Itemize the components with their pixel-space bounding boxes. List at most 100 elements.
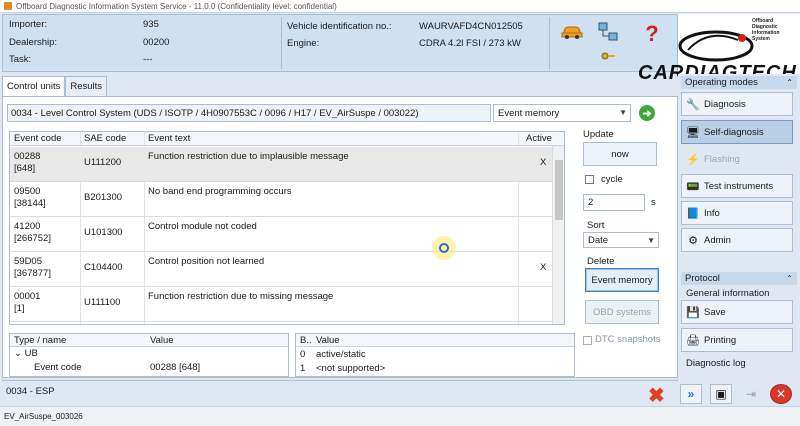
exit-button[interactable]: ⇥ (740, 384, 762, 404)
engine-value: CDRA 4.2l FSI / 273 kW (419, 38, 521, 49)
sidebar-bottom-bar: » ▣ ⇥ ✕ (680, 382, 800, 406)
sidebar-item-admin[interactable]: ⚙ Admin (681, 228, 793, 252)
detail-row-b: 1 (300, 363, 306, 374)
event-subcode: [1] (14, 303, 25, 314)
main-tabs: Control units Results (2, 76, 108, 96)
pointer-cursor-icon (432, 236, 456, 260)
cycle-checkbox[interactable] (585, 175, 594, 184)
importer-value: 935 (143, 19, 159, 30)
tree-col-type[interactable]: Type / name (14, 335, 66, 346)
update-label: Update (583, 129, 614, 140)
scrollbar-thumb[interactable] (555, 160, 563, 220)
column-header-sae-code[interactable]: SAE code (84, 133, 126, 144)
detail-col-value[interactable]: Value (316, 335, 340, 346)
chevron-down-icon: ▼ (647, 236, 655, 245)
window-title: Offboard Diagnostic Information System S… (16, 1, 337, 11)
column-header-active[interactable]: Active (526, 133, 552, 144)
view-select-value: Event memory (498, 107, 560, 119)
cycle-label: cycle (601, 174, 623, 185)
printer-icon: 🖨 (686, 334, 700, 347)
table-row[interactable]: 59D05 [367877] C104400 Control position … (10, 252, 552, 287)
printing-button[interactable]: 🖨 Printing (681, 328, 793, 352)
sidebar-item-diagnosis[interactable]: 🔧 Diagnosis (681, 92, 793, 116)
active-flag: X (540, 157, 547, 168)
detail-row-value: <not supported> (316, 363, 386, 374)
window-titlebar: Offboard Diagnostic Information System S… (0, 0, 800, 13)
vin-label: Vehicle identification no.: (287, 21, 392, 32)
sort-select[interactable]: Date ▼ (583, 232, 659, 248)
sidebar-item-self-diagnosis[interactable]: 🖥 Self-diagnosis (681, 120, 793, 144)
sae-code: U101300 (84, 227, 123, 238)
stethoscope-icon: 🔧 (686, 98, 700, 111)
chevron-down-icon: ▼ (619, 108, 627, 117)
event-subcode: [367877] (14, 268, 51, 279)
tree-col-value[interactable]: Value (150, 335, 174, 346)
column-header-event-code[interactable]: Event code (14, 133, 62, 144)
forward-button[interactable]: » (680, 384, 702, 404)
dealership-value: 00200 (143, 37, 170, 48)
ecu-title-bar: 0034 - Level Control System (UDS / ISOTP… (7, 104, 491, 122)
ecu-title: 0034 - Level Control System (UDS / ISOTP… (11, 107, 419, 119)
table-row[interactable]: 00001 [1] U111100 Function restriction d… (10, 287, 552, 322)
detail-col-b[interactable]: B.. (300, 335, 312, 346)
gauge-icon: 📟 (686, 180, 700, 193)
event-text: Function restriction due to missing mess… (148, 291, 334, 302)
tree-node[interactable]: ⌄ UB (14, 348, 38, 359)
importer-label: Importer: (9, 19, 48, 30)
table-row[interactable]: 41200 [266752] U101300 Control module no… (10, 217, 552, 252)
sidebar-item-label: Diagnosis (704, 98, 746, 110)
dtc-snapshots-checkbox[interactable] (583, 336, 592, 345)
chevron-up-icon: ⌃ (786, 78, 793, 87)
fit-button[interactable]: ▣ (710, 384, 732, 404)
event-code: 59D05 (14, 256, 42, 267)
event-subcode: [266752] (14, 233, 51, 244)
footer-bar: EV_AirSuspe_003026 (0, 406, 800, 426)
sae-code: U111200 (84, 157, 122, 168)
cycle-interval-input[interactable]: 2 (583, 194, 645, 211)
printing-label: Printing (704, 334, 737, 346)
close-app-button[interactable]: ✕ (770, 384, 792, 404)
event-text: Control module not coded (148, 221, 257, 232)
task-value: --- (143, 54, 153, 65)
help-icon[interactable]: ? (640, 21, 664, 46)
save-label: Save (704, 306, 726, 318)
cancel-icon[interactable]: ✖ (648, 383, 665, 408)
go-button[interactable]: ➜ (639, 105, 655, 121)
save-button[interactable]: 💾 Save (681, 300, 793, 324)
table-row[interactable]: 00288 [648] U111200 Function restriction… (10, 147, 552, 182)
admin-icon: ⚙ (688, 234, 698, 247)
key-icon[interactable] (596, 48, 620, 64)
event-text: No band end programming occurs (148, 186, 292, 197)
sidebar-item-label: Flashing (704, 153, 740, 165)
delete-event-memory-button[interactable]: Event memory (585, 268, 659, 292)
event-detail-values: B.. Value 0 active/static 1 <not support… (295, 333, 575, 377)
event-text: Control position not learned (148, 256, 265, 267)
operating-modes-header[interactable]: Operating modes ⌃ (681, 76, 797, 89)
tab-results[interactable]: Results (65, 76, 108, 96)
obd-systems-button[interactable]: OBD systems (585, 300, 659, 324)
tab-control-units[interactable]: Control units (2, 76, 66, 96)
tree-row-name: Event code (34, 362, 82, 373)
arrow-right-icon: ➜ (642, 107, 652, 120)
dealership-label: Dealership: (9, 37, 58, 48)
divider (549, 17, 550, 69)
sidebar-item-flashing[interactable]: ⚡ Flashing (681, 147, 793, 171)
sidebar-item-test-instruments[interactable]: 📟 Test instruments (681, 174, 793, 198)
save-icon: 💾 (686, 306, 700, 319)
network-icon[interactable] (596, 20, 620, 44)
event-code: 09500 (14, 186, 41, 197)
column-header-event-text[interactable]: Event text (148, 133, 190, 144)
chevron-up-icon: ⌃ (786, 274, 793, 283)
update-now-button[interactable]: now (583, 142, 657, 166)
view-select[interactable]: Event memory ▼ (493, 104, 631, 122)
brand-text-small: Offboard Diagnostic Information System (752, 18, 780, 42)
sidebar-item-info[interactable]: 📘 Info (681, 201, 793, 225)
tree-header: Type / name Value (10, 334, 288, 347)
protocol-header[interactable]: Protocol ⌃ (681, 272, 797, 285)
active-flag: X (540, 262, 547, 273)
car-icon[interactable] (560, 22, 584, 42)
table-row[interactable]: 09500 [38144] B201300 No band end progra… (10, 182, 552, 217)
event-subcode: [38144] (14, 198, 46, 209)
cycle-unit: s (651, 197, 656, 208)
table-scrollbar[interactable] (552, 146, 564, 324)
